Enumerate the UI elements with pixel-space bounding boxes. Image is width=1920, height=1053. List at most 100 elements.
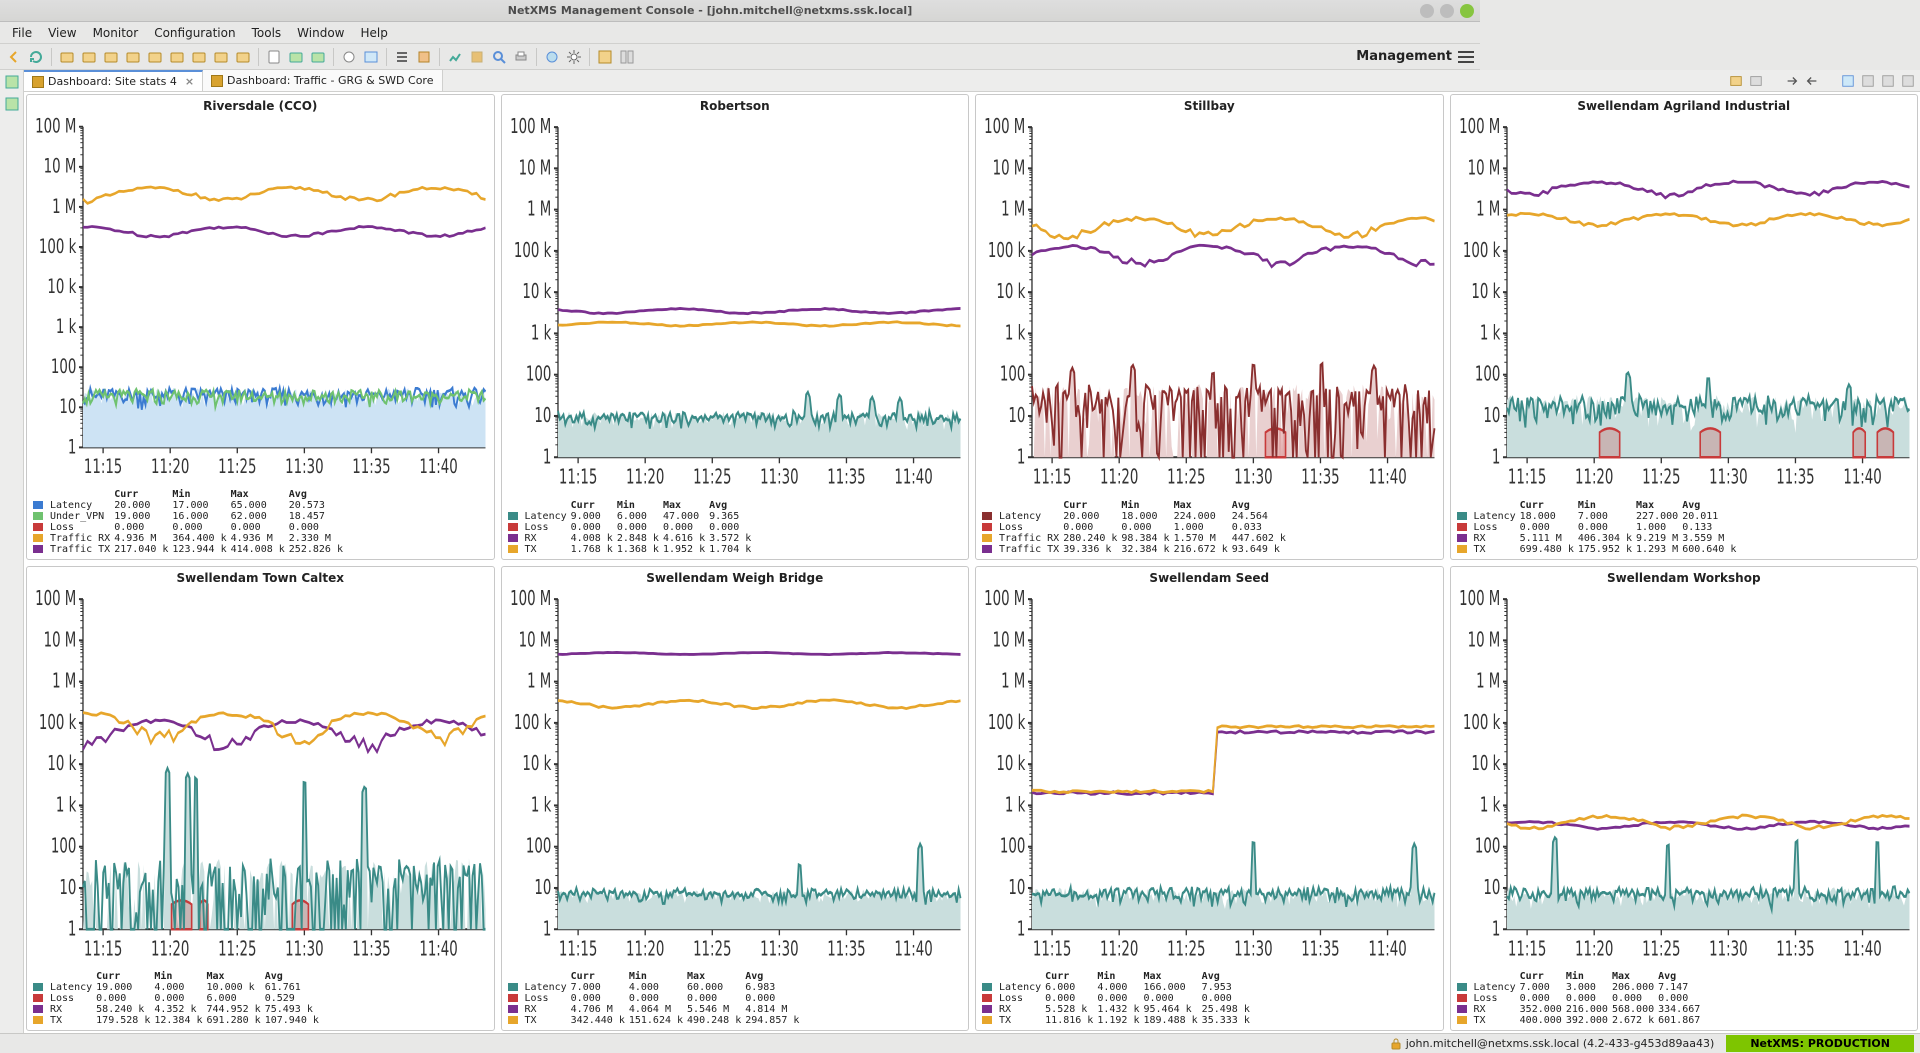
tool-back-icon[interactable] <box>4 47 24 67</box>
tool-icon[interactable] <box>542 47 562 67</box>
panel-title: Swellendam Weigh Bridge <box>502 567 969 587</box>
maximize-icon[interactable] <box>1440 4 1454 18</box>
action-icon[interactable] <box>1880 73 1896 89</box>
action-icon[interactable] <box>1900 73 1916 89</box>
svg-text:11:20: 11:20 <box>1100 937 1138 961</box>
tool-icon[interactable] <box>167 47 187 67</box>
burger-icon[interactable] <box>1458 51 1474 63</box>
svg-text:1 M: 1 M <box>1476 669 1500 693</box>
tab-dashboard-site-stats[interactable]: Dashboard: Site stats 4 × <box>24 70 203 91</box>
separator <box>386 48 387 66</box>
action-icon[interactable] <box>1860 73 1876 89</box>
menu-window[interactable]: Window <box>289 26 352 40</box>
svg-text:100 M: 100 M <box>510 115 551 139</box>
chart-area[interactable]: 100 M10 M1 M100 k10 k1 k10010111:1511:20… <box>1451 115 1918 498</box>
arrow-left-icon[interactable] <box>1804 73 1820 89</box>
perspective-switcher[interactable]: Management <box>1356 49 1480 64</box>
gutter-icon[interactable] <box>4 96 20 112</box>
menu-help[interactable]: Help <box>352 26 395 40</box>
svg-text:11:25: 11:25 <box>693 466 731 490</box>
tool-icon[interactable] <box>361 47 381 67</box>
legend-table: CurrMinMaxAvgLatency19.0004.00010.000 k6… <box>27 969 494 1030</box>
tab-dashboard-traffic[interactable]: Dashboard: Traffic - GRG & SWD Core <box>203 70 442 91</box>
tool-icon[interactable] <box>467 47 487 67</box>
close-icon[interactable]: × <box>185 75 194 88</box>
tool-icon[interactable] <box>101 47 121 67</box>
svg-text:100 k: 100 k <box>513 711 550 735</box>
chart-area[interactable]: 100 M10 M1 M100 k10 k1 k10010111:1511:20… <box>1451 587 1918 970</box>
arrow-right-icon[interactable] <box>1784 73 1800 89</box>
tool-icon[interactable] <box>414 47 434 67</box>
panels-grid: Riversdale (CCO)100 M10 M1 M100 k10 k1 k… <box>26 94 1918 1031</box>
svg-text:11:35: 11:35 <box>352 937 390 961</box>
action-icon[interactable] <box>1748 73 1764 89</box>
chart-area[interactable]: 100 M10 M1 M100 k10 k1 k10010111:1511:20… <box>502 587 969 970</box>
menu-monitor[interactable]: Monitor <box>85 26 147 40</box>
svg-text:1: 1 <box>1017 917 1025 941</box>
separator <box>589 48 590 66</box>
workspace: Dashboard: Site stats 4 × Dashboard: Tra… <box>0 70 1920 1033</box>
tool-clipboard-icon[interactable] <box>264 47 284 67</box>
menubar: File View Monitor Configuration Tools Wi… <box>0 22 1480 44</box>
svg-text:11:40: 11:40 <box>419 937 457 961</box>
tool-icon[interactable] <box>286 47 306 67</box>
editor-tabs: Dashboard: Site stats 4 × Dashboard: Tra… <box>24 70 1920 92</box>
svg-text:10: 10 <box>1008 876 1025 900</box>
svg-text:11:15: 11:15 <box>1507 466 1545 490</box>
svg-text:100 k: 100 k <box>39 711 76 735</box>
svg-text:100: 100 <box>1000 363 1025 387</box>
svg-text:100 M: 100 M <box>510 587 551 611</box>
tool-icon[interactable] <box>233 47 253 67</box>
menu-file[interactable]: File <box>4 26 40 40</box>
svg-text:11:25: 11:25 <box>1167 937 1205 961</box>
tool-icon[interactable] <box>79 47 99 67</box>
minimize-icon[interactable] <box>1420 4 1434 18</box>
svg-text:11:25: 11:25 <box>218 454 256 477</box>
chart-area[interactable]: 100 M10 M1 M100 k10 k1 k10010111:1511:20… <box>976 115 1443 498</box>
svg-text:11:20: 11:20 <box>625 937 663 961</box>
tool-icon[interactable] <box>445 47 465 67</box>
tool-icon[interactable] <box>595 47 615 67</box>
menu-tools[interactable]: Tools <box>244 26 290 40</box>
chart-panel: Robertson100 M10 M1 M100 k10 k1 k1001011… <box>501 94 970 560</box>
svg-text:11:25: 11:25 <box>1642 937 1680 961</box>
svg-text:11:15: 11:15 <box>558 937 596 961</box>
menu-configuration[interactable]: Configuration <box>146 26 243 40</box>
chart-panel: Swellendam Town Caltex100 M10 M1 M100 k1… <box>26 566 495 1032</box>
chart-area[interactable]: 100 M10 M1 M100 k10 k1 k10010111:1511:20… <box>27 587 494 970</box>
svg-text:11:30: 11:30 <box>760 937 798 961</box>
svg-text:100 M: 100 M <box>35 587 76 611</box>
tool-icon[interactable] <box>308 47 328 67</box>
svg-text:11:15: 11:15 <box>1033 937 1071 961</box>
chart-area[interactable]: 100 M10 M1 M100 k10 k1 k10010111:1511:20… <box>27 115 494 487</box>
svg-text:11:35: 11:35 <box>1301 466 1339 490</box>
tool-refresh-icon[interactable] <box>26 47 46 67</box>
action-icon[interactable] <box>1728 73 1744 89</box>
tool-print-icon[interactable] <box>511 47 531 67</box>
chart-area[interactable]: 100 M10 M1 M100 k10 k1 k10010111:1511:20… <box>976 587 1443 970</box>
tool-icon[interactable] <box>339 47 359 67</box>
tool-icon[interactable] <box>189 47 209 67</box>
close-icon[interactable] <box>1460 4 1474 18</box>
svg-text:10 k: 10 k <box>1471 752 1500 776</box>
svg-text:11:25: 11:25 <box>1167 466 1205 490</box>
tool-search-icon[interactable] <box>489 47 509 67</box>
gutter-icon[interactable] <box>4 74 20 90</box>
action-icon[interactable] <box>1840 73 1856 89</box>
tool-icon[interactable] <box>617 47 637 67</box>
tool-icon[interactable] <box>57 47 77 67</box>
svg-text:1: 1 <box>1491 446 1499 470</box>
menu-view[interactable]: View <box>40 26 84 40</box>
tool-gear-icon[interactable] <box>564 47 584 67</box>
chart-area[interactable]: 100 M10 M1 M100 k10 k1 k10010111:1511:20… <box>502 115 969 498</box>
panel-title: Swellendam Town Caltex <box>27 567 494 587</box>
svg-text:10 M: 10 M <box>993 157 1026 181</box>
legend-table: CurrMinMaxAvgLatency7.0003.000206.0007.1… <box>1451 969 1918 1030</box>
tool-icon[interactable] <box>123 47 143 67</box>
tool-icon[interactable] <box>211 47 231 67</box>
tool-list-icon[interactable] <box>392 47 412 67</box>
tool-icon[interactable] <box>145 47 165 67</box>
separator <box>258 48 259 66</box>
svg-text:11:35: 11:35 <box>827 937 865 961</box>
svg-text:100: 100 <box>1474 835 1499 859</box>
